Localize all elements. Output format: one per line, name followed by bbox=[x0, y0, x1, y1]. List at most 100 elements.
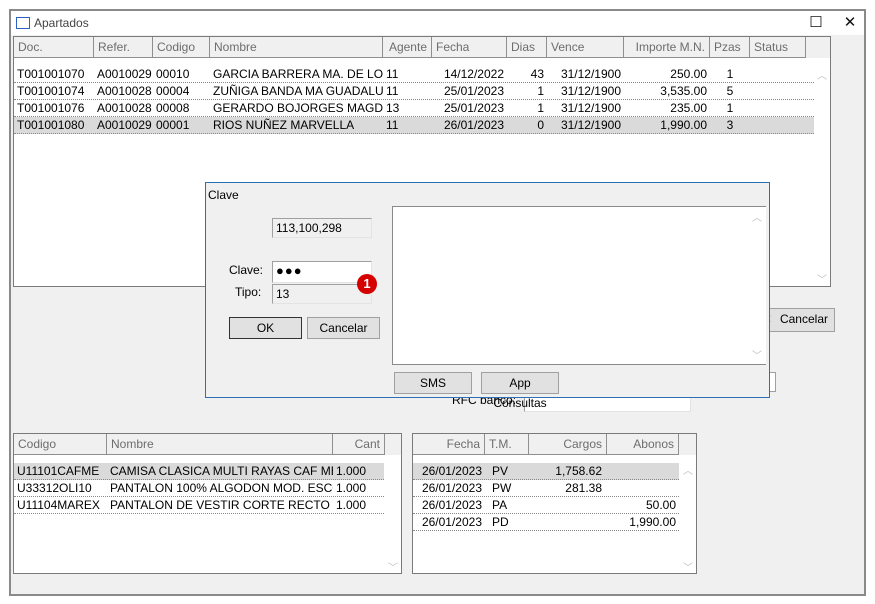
table-row-selected[interactable]: T001001080 A0010029 00001 RIOS NUÑEZ MAR… bbox=[14, 117, 814, 134]
col-codigo[interactable]: Codigo bbox=[14, 434, 107, 455]
vertical-scrollbar[interactable]: ﹀ bbox=[385, 456, 401, 573]
title-bar: Apartados ☐ ✕ bbox=[11, 11, 864, 35]
grid-header: Doc. Refer. Codigo Nombre Agente Fecha D… bbox=[14, 37, 830, 58]
col-agente[interactable]: Agente bbox=[383, 37, 432, 58]
list-item[interactable]: 26/01/2023 PW 281.38 bbox=[413, 480, 679, 497]
cell-codigo: 00004 bbox=[156, 84, 190, 98]
cell-importe: 235.00 bbox=[670, 101, 707, 115]
cell-nombre: GARCIA BARRERA MA. DE LOS A bbox=[213, 67, 383, 81]
sms-memo[interactable]: ︿ ﹀ bbox=[392, 206, 766, 365]
cell-refer: A0010029 bbox=[97, 118, 152, 132]
cell-refer: A0010029 bbox=[97, 67, 152, 81]
cell-agente: 13 bbox=[386, 101, 400, 115]
scroll-down-icon[interactable]: ﹀ bbox=[388, 559, 398, 573]
list-item[interactable]: U11104MAREX PANTALON DE VESTIR CORTE REC… bbox=[14, 497, 384, 514]
col-fecha[interactable]: Fecha bbox=[432, 37, 507, 58]
sms-button[interactable]: SMS bbox=[394, 372, 472, 394]
cell-abonos bbox=[607, 480, 679, 497]
cell-fecha: 26/01/2023 bbox=[421, 515, 482, 529]
col-tm[interactable]: T.M. bbox=[485, 434, 529, 455]
cell-codigo: U11101CAFME bbox=[17, 464, 100, 478]
app-consultas-button[interactable]: App Consultas bbox=[481, 372, 559, 410]
cell-tm: PD bbox=[492, 515, 509, 529]
col-dias[interactable]: Dias bbox=[507, 37, 547, 58]
cell-vence: 31/12/1900 bbox=[560, 67, 621, 81]
scroll-up-icon[interactable]: ︿ bbox=[683, 462, 693, 477]
col-refer[interactable]: Refer. bbox=[94, 37, 153, 58]
payments-grid-header: Fecha T.M. Cargos Abonos bbox=[413, 434, 696, 455]
cell-codigo: 00010 bbox=[156, 67, 190, 81]
vertical-scrollbar[interactable]: ︿ ﹀ bbox=[680, 456, 696, 573]
scroll-down-icon[interactable]: ﹀ bbox=[683, 559, 693, 573]
vertical-scrollbar[interactable]: ︿ ﹀ bbox=[749, 207, 766, 364]
list-item[interactable]: 26/01/2023 PD 1,990.00 bbox=[413, 514, 679, 531]
scroll-down-icon[interactable]: ﹀ bbox=[817, 271, 827, 286]
col-doc[interactable]: Doc. bbox=[14, 37, 94, 58]
list-item-selected[interactable]: 26/01/2023 PV 1,758.62 bbox=[413, 463, 679, 480]
maximize-button[interactable]: ☐ bbox=[801, 13, 831, 33]
cell-importe: 250.00 bbox=[670, 67, 707, 81]
cell-nombre: PANTALON 100% ALGODON MOD. ESCOCE bbox=[110, 481, 333, 495]
cell-dias: 43 bbox=[530, 67, 544, 81]
payments-grid[interactable]: Fecha T.M. Cargos Abonos 26/01/2023 PV 1… bbox=[412, 433, 697, 574]
cell-codigo: U11104MAREX bbox=[17, 498, 100, 512]
cell-cant: 1.000 bbox=[336, 481, 367, 495]
col-abonos[interactable]: Abonos bbox=[607, 434, 679, 455]
cancelar-button[interactable]: Cancelar bbox=[307, 317, 380, 339]
scroll-up-icon[interactable]: ︿ bbox=[817, 67, 827, 82]
cell-fecha: 26/01/2023 bbox=[421, 464, 482, 478]
cell-nombre: RIOS NUÑEZ MARVELLA bbox=[213, 118, 355, 132]
col-nombre[interactable]: Nombre bbox=[210, 37, 383, 58]
cell-abonos: 1,990.00 bbox=[629, 515, 676, 529]
col-pzas[interactable]: Pzas bbox=[710, 37, 750, 58]
cell-agente: 11 bbox=[386, 67, 399, 81]
cell-cant: 1.000 bbox=[336, 498, 367, 512]
cell-codigo: U33312OLI10 bbox=[17, 481, 92, 495]
cell-cargos bbox=[529, 497, 605, 514]
cell-tm: PV bbox=[492, 464, 509, 478]
ok-button[interactable]: OK bbox=[229, 317, 302, 339]
cell-codigo: 00001 bbox=[156, 118, 190, 132]
table-row[interactable]: T001001076 A0010028 00008 GERARDO BOJORG… bbox=[14, 100, 814, 117]
table-row[interactable]: T001001074 A0010028 00004 ZUÑIGA BANDA M… bbox=[14, 83, 814, 100]
cell-fecha: 26/01/2023 bbox=[443, 118, 504, 132]
col-vence[interactable]: Vence bbox=[547, 37, 624, 58]
cell-vence: 31/12/1900 bbox=[560, 118, 621, 132]
scroll-down-icon[interactable]: ﹀ bbox=[752, 347, 762, 362]
close-button[interactable]: ✕ bbox=[835, 13, 865, 33]
items-grid[interactable]: Codigo Nombre Cant U11101CAFME CAMISA CL… bbox=[13, 433, 402, 574]
cell-dias: 1 bbox=[537, 84, 544, 98]
cell-abonos: 50.00 bbox=[645, 498, 676, 512]
scroll-up-icon[interactable]: ︿ bbox=[752, 209, 762, 224]
col-fecha[interactable]: Fecha bbox=[413, 434, 485, 455]
col-cargos[interactable]: Cargos bbox=[529, 434, 607, 455]
cell-fecha: 25/01/2023 bbox=[443, 84, 504, 98]
col-status[interactable]: Status bbox=[750, 37, 806, 58]
clave-label: Clave: bbox=[229, 263, 264, 277]
cell-doc: T001001070 bbox=[17, 67, 85, 81]
dialog-title: Clave bbox=[208, 188, 239, 202]
cell-refer: A0010028 bbox=[97, 84, 152, 98]
sms-label: SMS bbox=[419, 376, 446, 390]
col-cant[interactable]: Cant bbox=[333, 434, 385, 455]
cell-nombre: ZUÑIGA BANDA MA GUADALU bbox=[213, 84, 383, 98]
cell-dias: 1 bbox=[537, 101, 544, 115]
cell-cargos bbox=[529, 514, 605, 531]
list-item[interactable]: U33312OLI10 PANTALON 100% ALGODON MOD. E… bbox=[14, 480, 384, 497]
list-item[interactable]: 26/01/2023 PA 50.00 bbox=[413, 497, 679, 514]
list-item-selected[interactable]: U11101CAFME CAMISA CLASICA MULTI RAYAS C… bbox=[14, 463, 384, 480]
cell-fecha: 26/01/2023 bbox=[421, 481, 482, 495]
cell-cant: 1.000 bbox=[336, 464, 367, 478]
table-row[interactable]: T001001070 A0010029 00010 GARCIA BARRERA… bbox=[14, 66, 814, 83]
col-importe[interactable]: Importe M.N. bbox=[624, 37, 710, 58]
cell-nombre: PANTALON DE VESTIR CORTE RECTO MAR E bbox=[110, 498, 333, 512]
items-grid-header: Codigo Nombre Cant bbox=[14, 434, 401, 455]
cell-fecha: 25/01/2023 bbox=[443, 101, 504, 115]
window-icon bbox=[16, 17, 30, 29]
col-nombre[interactable]: Nombre bbox=[107, 434, 333, 455]
vertical-scrollbar[interactable]: ︿ ﹀ bbox=[814, 65, 830, 286]
cell-dias: 0 bbox=[537, 118, 544, 132]
col-codigo[interactable]: Codigo bbox=[153, 37, 210, 58]
cell-doc: T001001080 bbox=[17, 118, 85, 132]
cancelar-label: Cancelar bbox=[319, 321, 368, 335]
